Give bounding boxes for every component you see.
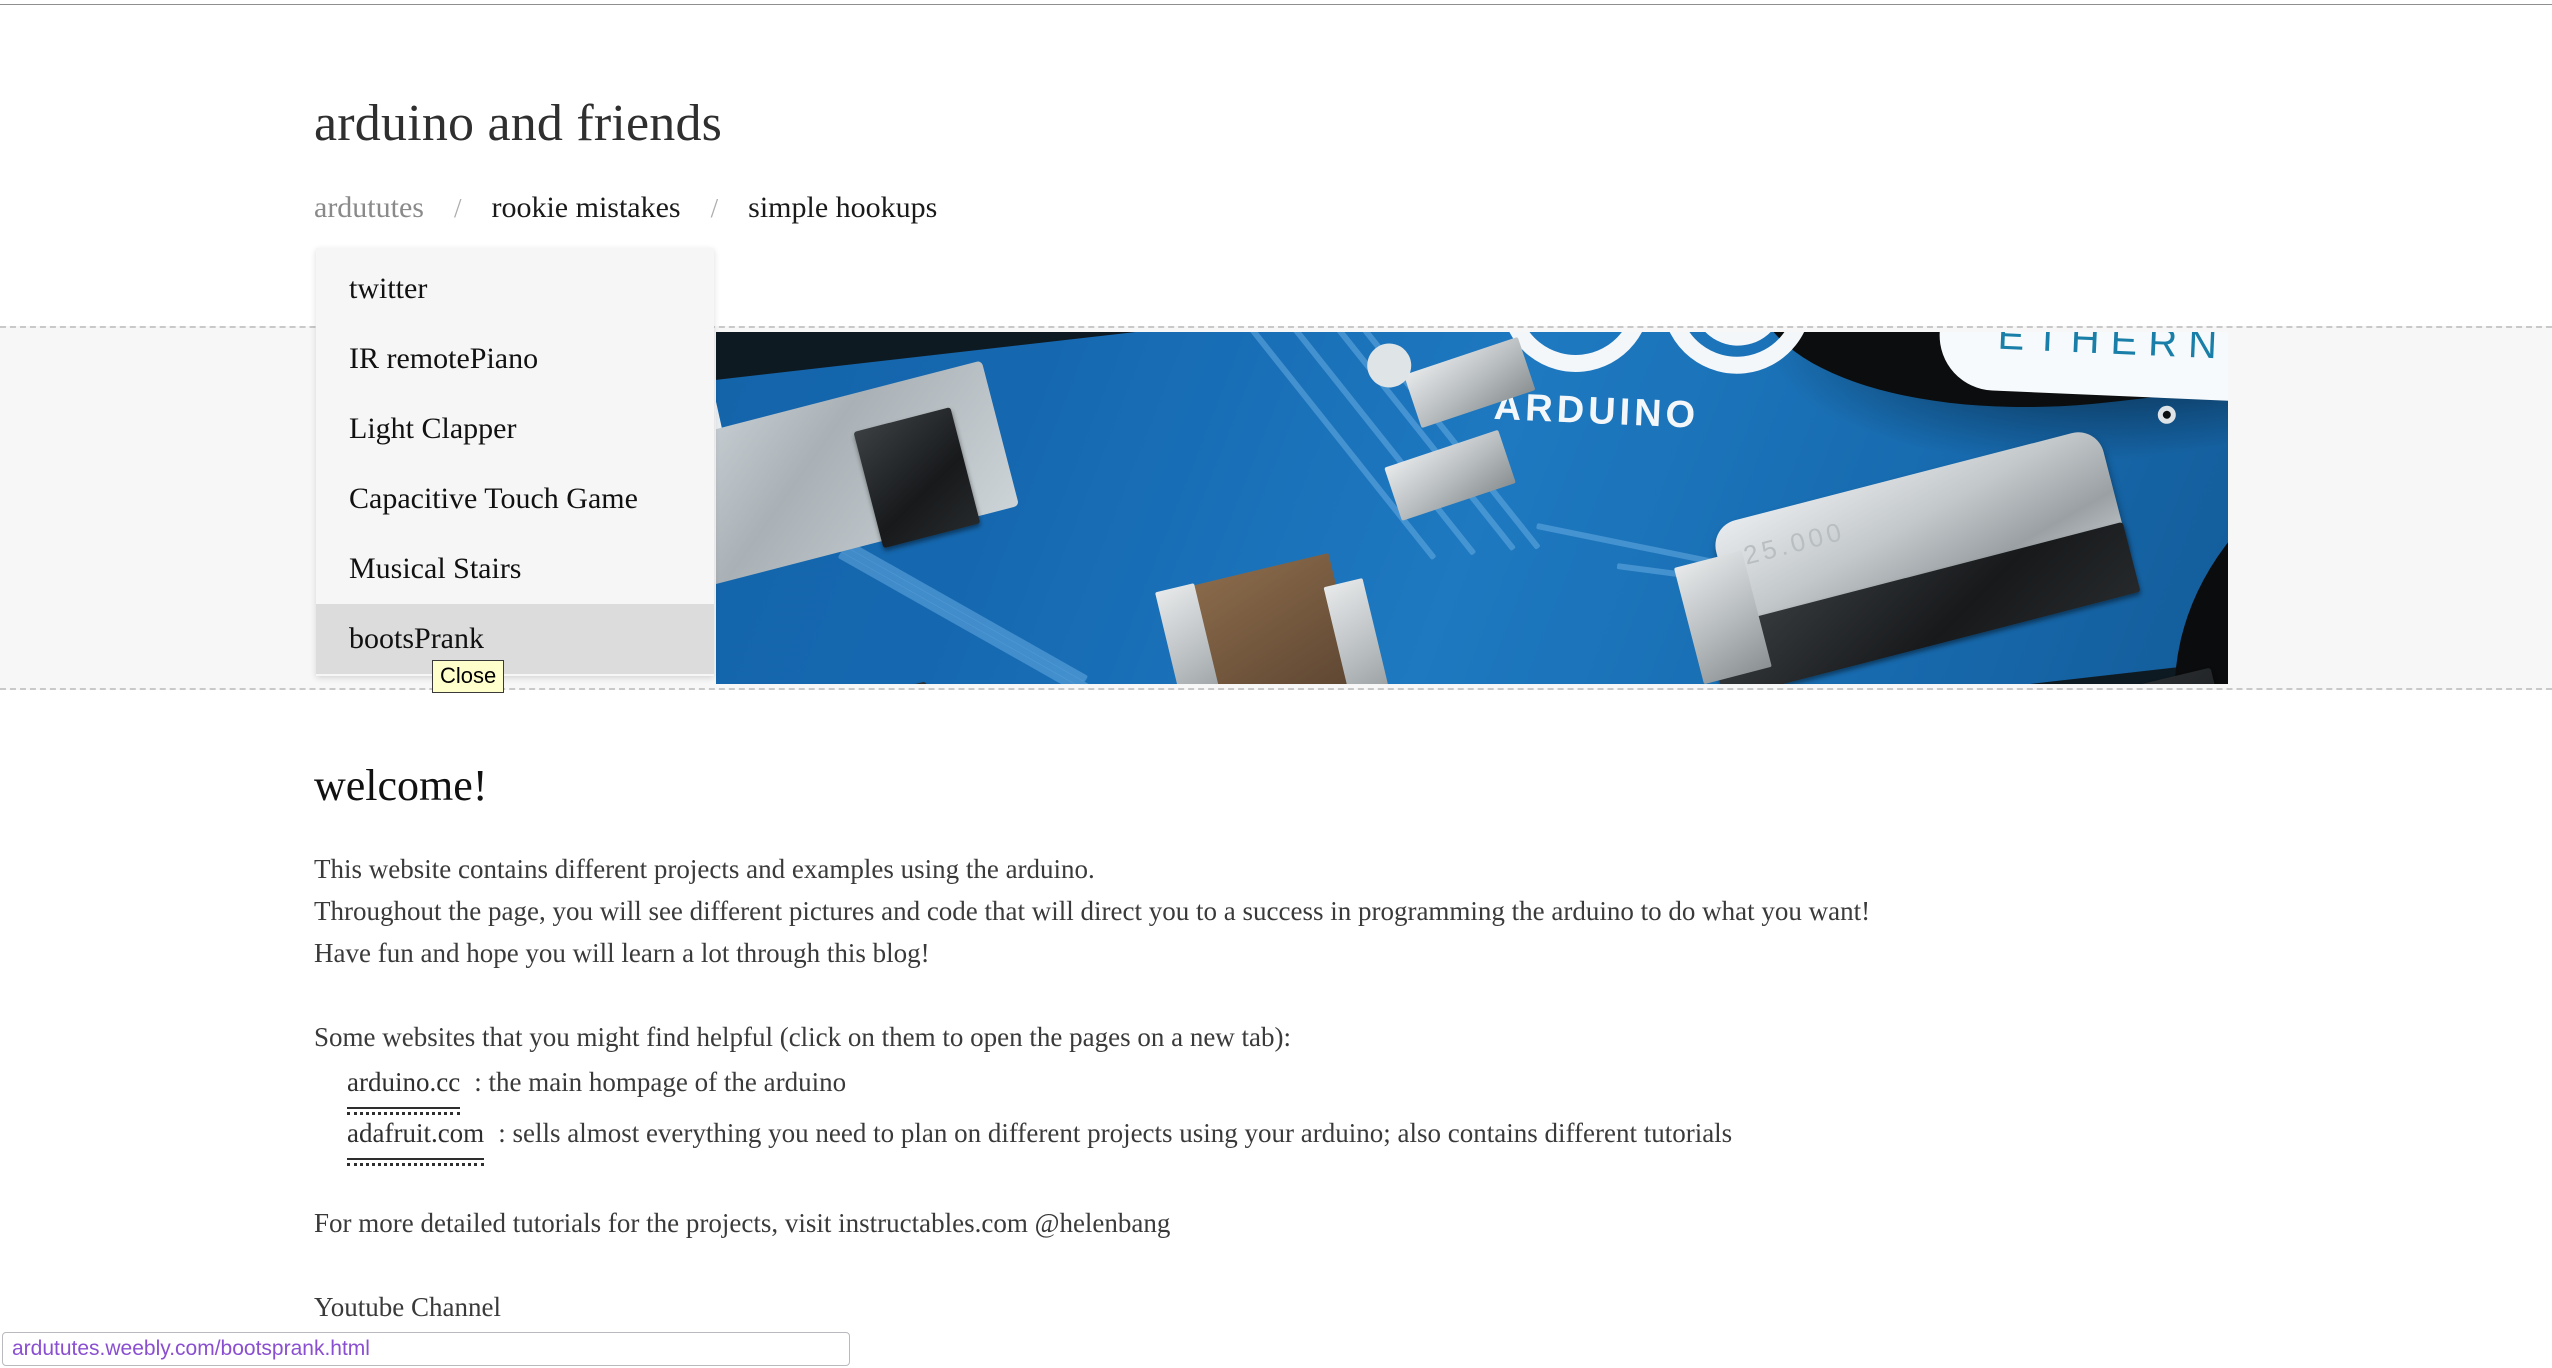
- dropdown-item-capacitive-touch-game[interactable]: Capacitive Touch Game: [316, 464, 714, 534]
- link-adafruit-com[interactable]: adafruit.com: [347, 1109, 485, 1166]
- board-model-label: ETHERNET: [1997, 332, 2228, 371]
- main-navigation: ardututes / rookie mistakes / simple hoo…: [314, 190, 937, 226]
- status-bar-url: ardututes.weebly.com/bootsprank.html: [12, 1337, 370, 1360]
- dropdown-item-ir-remotepiano[interactable]: IR remotePiano: [316, 324, 714, 394]
- via-hole: [2157, 404, 2178, 425]
- helpful-sites-intro: Some websites that you might find helpfu…: [314, 1022, 1292, 1052]
- arduino-board-photo: ARDUINO ETHERNET 8 7 ~6 ~5 SDCS ~3 2 25.…: [716, 332, 2228, 684]
- link-arduino-cc-description: : the main hompage of the arduino: [474, 1067, 847, 1097]
- list-item-arduino-cc: arduino.cc : the main hompage of the ard…: [347, 1058, 2314, 1115]
- nav-item-simple-hookups[interactable]: simple hookups: [748, 190, 937, 226]
- welcome-heading: welcome!: [314, 761, 488, 810]
- dropdown-item-musical-stairs[interactable]: Musical Stairs: [316, 534, 714, 604]
- nav-item-ardututes[interactable]: ardututes: [314, 190, 424, 226]
- nav-item-rookie-mistakes[interactable]: rookie mistakes: [491, 190, 680, 226]
- link-arduino-cc[interactable]: arduino.cc: [347, 1058, 461, 1115]
- soic-chip: [819, 681, 976, 684]
- hero-banner-image: ARDUINO ETHERNET 8 7 ~6 ~5 SDCS ~3 2 25.…: [716, 332, 2228, 684]
- nav-separator: /: [710, 193, 719, 223]
- main-content: welcome! This website contains different…: [314, 760, 2314, 1328]
- photo-corner-dark-bottom: [2147, 422, 2228, 684]
- close-tooltip-button[interactable]: Close: [432, 660, 505, 693]
- list-item-adafruit-com: adafruit.com : sells almost everything y…: [347, 1109, 2314, 1166]
- instructables-line: For more detailed tutorials for the proj…: [314, 1208, 1171, 1238]
- dropdown-item-bootsprank[interactable]: bootsPrank: [316, 604, 714, 674]
- nav-separator: /: [453, 193, 462, 223]
- intro-line-1: This website contains different projects…: [314, 854, 1095, 884]
- dropdown-item-light-clapper[interactable]: Light Clapper: [316, 394, 714, 464]
- link-adafruit-com-description: : sells almost everything you need to pl…: [498, 1118, 1733, 1148]
- nav-dropdown-menu[interactable]: twitter IR remotePiano Light Clapper Cap…: [316, 248, 714, 676]
- page-title: arduino and friends: [314, 95, 723, 152]
- browser-status-bar: ardututes.weebly.com/bootsprank.html: [2, 1332, 850, 1366]
- intro-line-3: Have fun and hope you will learn a lot t…: [314, 938, 930, 968]
- top-divider: [0, 4, 2552, 5]
- page-root: arduino and friends ardututes / rookie m…: [0, 0, 2552, 1368]
- youtube-channel-label: Youtube Channel: [314, 1292, 502, 1322]
- dropdown-item-twitter[interactable]: twitter: [316, 254, 714, 324]
- crystal-marking: 25.000: [1740, 515, 1849, 571]
- intro-line-2: Throughout the page, you will see differ…: [314, 896, 1871, 926]
